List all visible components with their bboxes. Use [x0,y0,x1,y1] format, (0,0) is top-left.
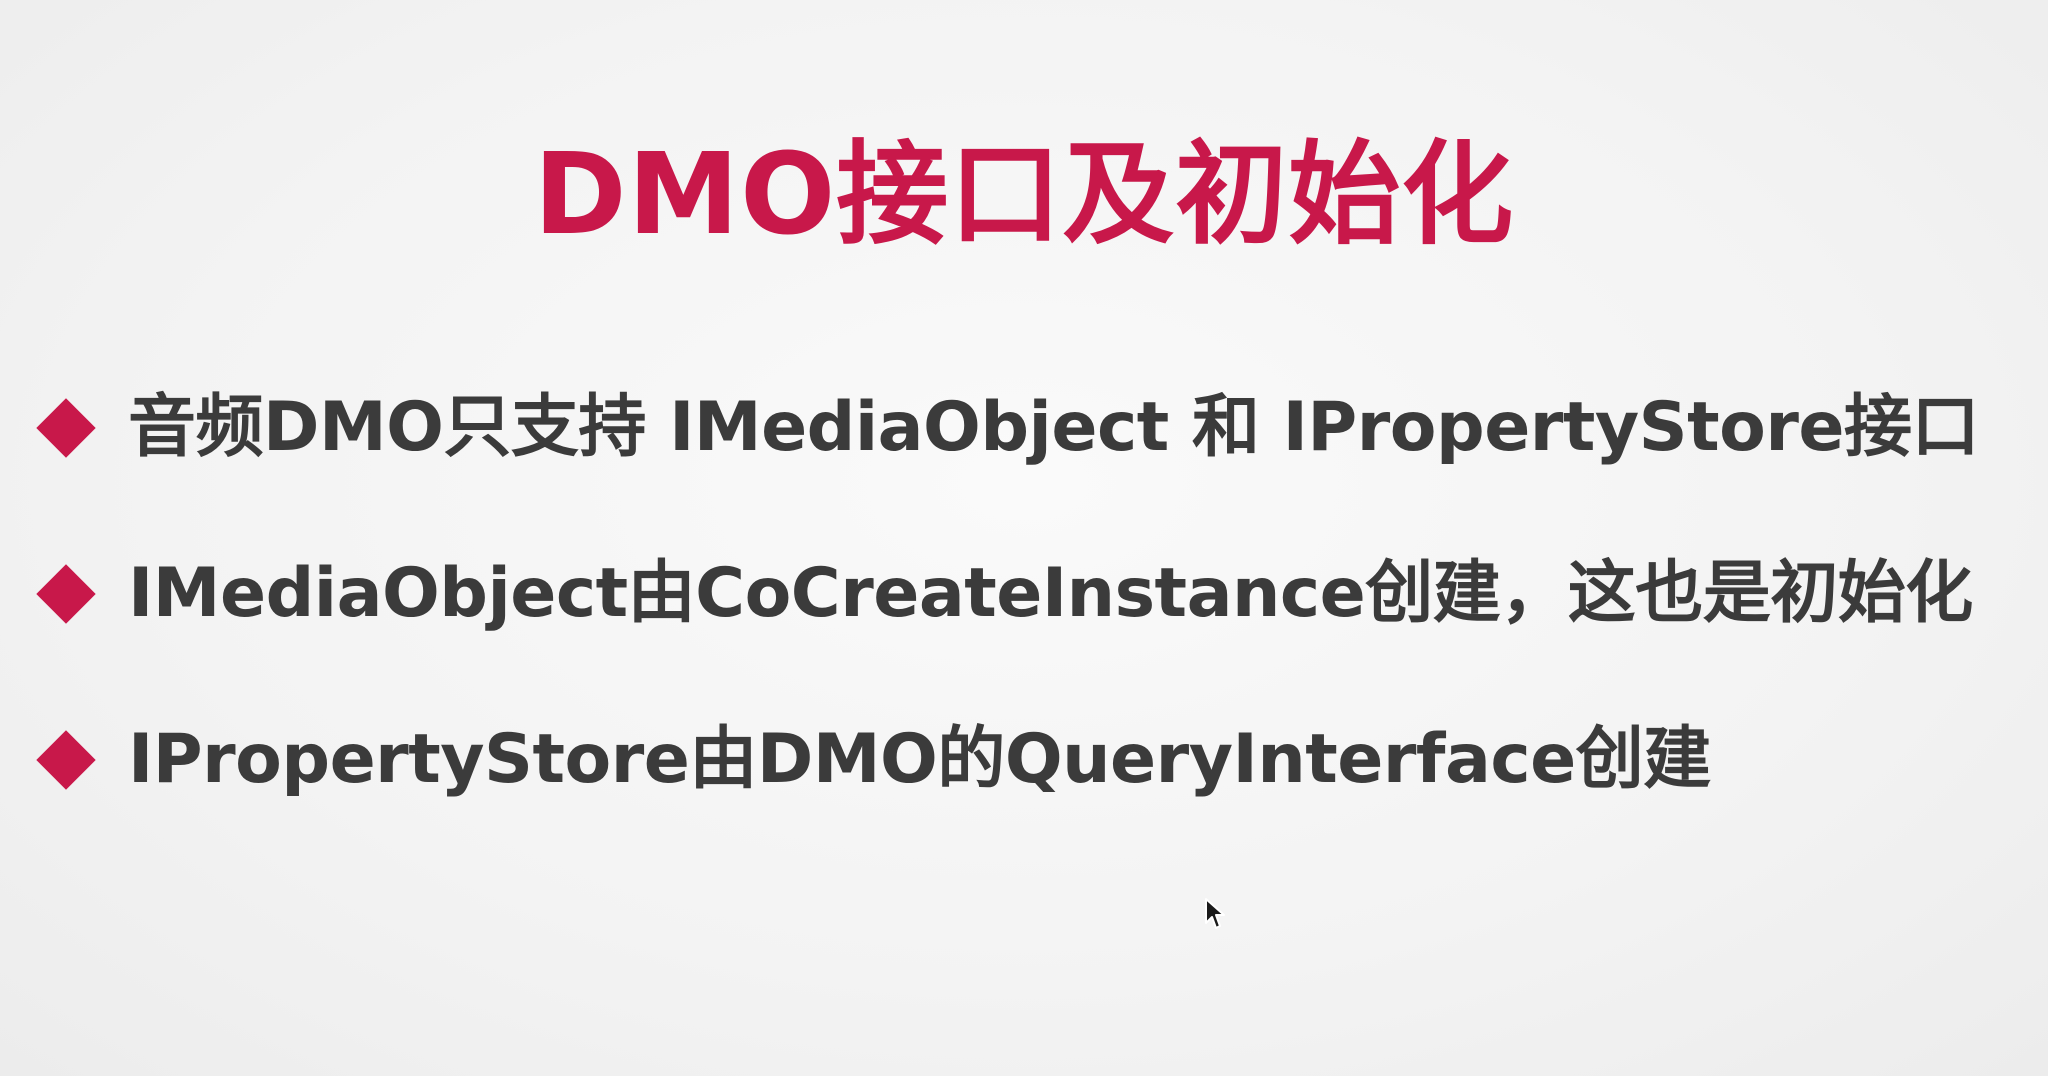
slide: DMO接口及初始化 音频DMO只支持 IMediaObject 和 IPrope… [0,0,2048,1076]
bullet-list: 音频DMO只支持 IMediaObject 和 IPropertyStore接口… [36,382,2016,880]
mouse-pointer-icon [1205,898,1225,929]
slide-title: DMO接口及初始化 [533,130,1515,260]
bullet-item: IMediaObject由CoCreateInstance创建，这也是初始化 [36,548,2016,714]
bullet-text: 音频DMO只支持 IMediaObject 和 IPropertyStore接口 [128,388,1980,467]
bullet-item: IPropertyStore由DMO的QueryInterface创建 [36,714,2016,880]
bullet-item: 音频DMO只支持 IMediaObject 和 IPropertyStore接口 [36,382,2016,548]
bullet-text: IMediaObject由CoCreateInstance创建，这也是初始化 [128,554,1973,633]
diamond-bullet-icon [36,398,96,458]
diamond-bullet-icon [36,730,96,790]
diamond-bullet-icon [36,564,96,624]
bullet-text: IPropertyStore由DMO的QueryInterface创建 [128,720,1711,799]
